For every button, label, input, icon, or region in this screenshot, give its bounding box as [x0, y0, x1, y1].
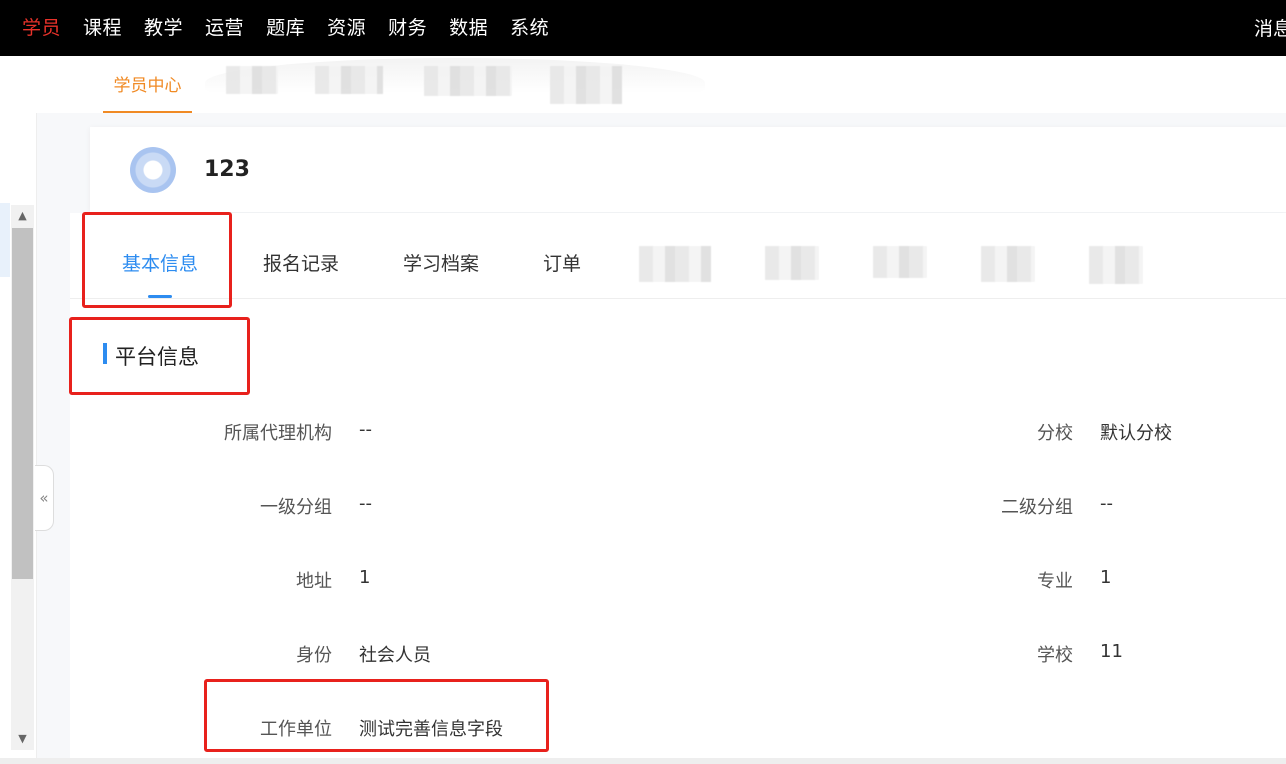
topnav-item-teaching[interactable]: 教学: [144, 18, 183, 38]
scroll-down-arrow-icon[interactable]: ▼: [11, 728, 34, 748]
blurred-tab: [981, 246, 1035, 282]
scroll-up-arrow-icon[interactable]: ▲: [11, 205, 34, 225]
blurred-tab: [1089, 246, 1143, 284]
topnav-item-course[interactable]: 课程: [83, 18, 122, 38]
highlight-box-section-title: [69, 317, 250, 395]
topnav-item-question-bank[interactable]: 题库: [266, 18, 305, 38]
subnav-tab-student-center[interactable]: 学员中心: [103, 56, 192, 113]
avatar: [130, 147, 176, 193]
horizontal-scrollbar[interactable]: [0, 758, 1286, 764]
topnav-item-student[interactable]: 学员: [22, 18, 61, 38]
blurred-tab: [639, 246, 711, 282]
blurred-tab: [765, 246, 819, 280]
field-value-major: 1: [1100, 567, 1112, 588]
field-value-agency: --: [359, 419, 372, 440]
field-label-identity: 身份: [296, 645, 332, 666]
blurred-subnav-tab: [424, 66, 512, 96]
blurred-subnav-tab: [315, 66, 383, 94]
field-value-identity: 社会人员: [359, 645, 431, 666]
tab-enrollment-records[interactable]: 报名记录: [263, 249, 339, 276]
field-label-group-level-1: 一级分组: [260, 497, 332, 518]
tab-orders[interactable]: 订单: [543, 249, 581, 276]
blurred-subnav-tab: [226, 66, 278, 94]
field-value-group-level-2: --: [1100, 493, 1113, 514]
tab-learning-archive[interactable]: 学习档案: [403, 249, 479, 276]
field-label-major: 专业: [1037, 571, 1073, 592]
messages-link[interactable]: 消息: [1254, 14, 1286, 41]
field-label-agency: 所属代理机构: [224, 423, 332, 444]
highlight-box-basic-info-tab: [82, 212, 232, 308]
field-value-address: 1: [359, 567, 371, 588]
field-label-group-level-2: 二级分组: [1001, 497, 1073, 518]
username: 123: [204, 157, 250, 182]
topnav-item-system[interactable]: 系统: [510, 18, 549, 38]
field-label-school: 学校: [1037, 645, 1073, 666]
sidebar-selected-indicator: [0, 203, 10, 277]
topnav-item-data[interactable]: 数据: [449, 18, 488, 38]
field-label-branch-school: 分校: [1037, 423, 1073, 444]
top-navigation-bar: 学员 课程 教学 运营 题库 资源 财务 数据 系统 消息: [0, 0, 1286, 56]
profile-card: 123: [90, 127, 1286, 212]
field-label-address: 地址: [296, 571, 332, 592]
field-value-school: 11: [1100, 641, 1123, 662]
topnav-item-finance[interactable]: 财务: [388, 18, 427, 38]
blurred-subnav-tab: [550, 66, 622, 104]
blurred-tab: [873, 246, 927, 278]
highlight-box-employer-field: [204, 679, 549, 752]
sidebar-expand-icon[interactable]: «: [35, 465, 54, 531]
topnav-item-resources[interactable]: 资源: [327, 18, 366, 38]
tabs-divider: [70, 298, 1286, 299]
topnav-item-operations[interactable]: 运营: [205, 18, 244, 38]
field-value-group-level-1: --: [359, 493, 372, 514]
field-value-branch-school: 默认分校: [1100, 423, 1172, 444]
scrollbar-thumb[interactable]: [12, 228, 33, 579]
